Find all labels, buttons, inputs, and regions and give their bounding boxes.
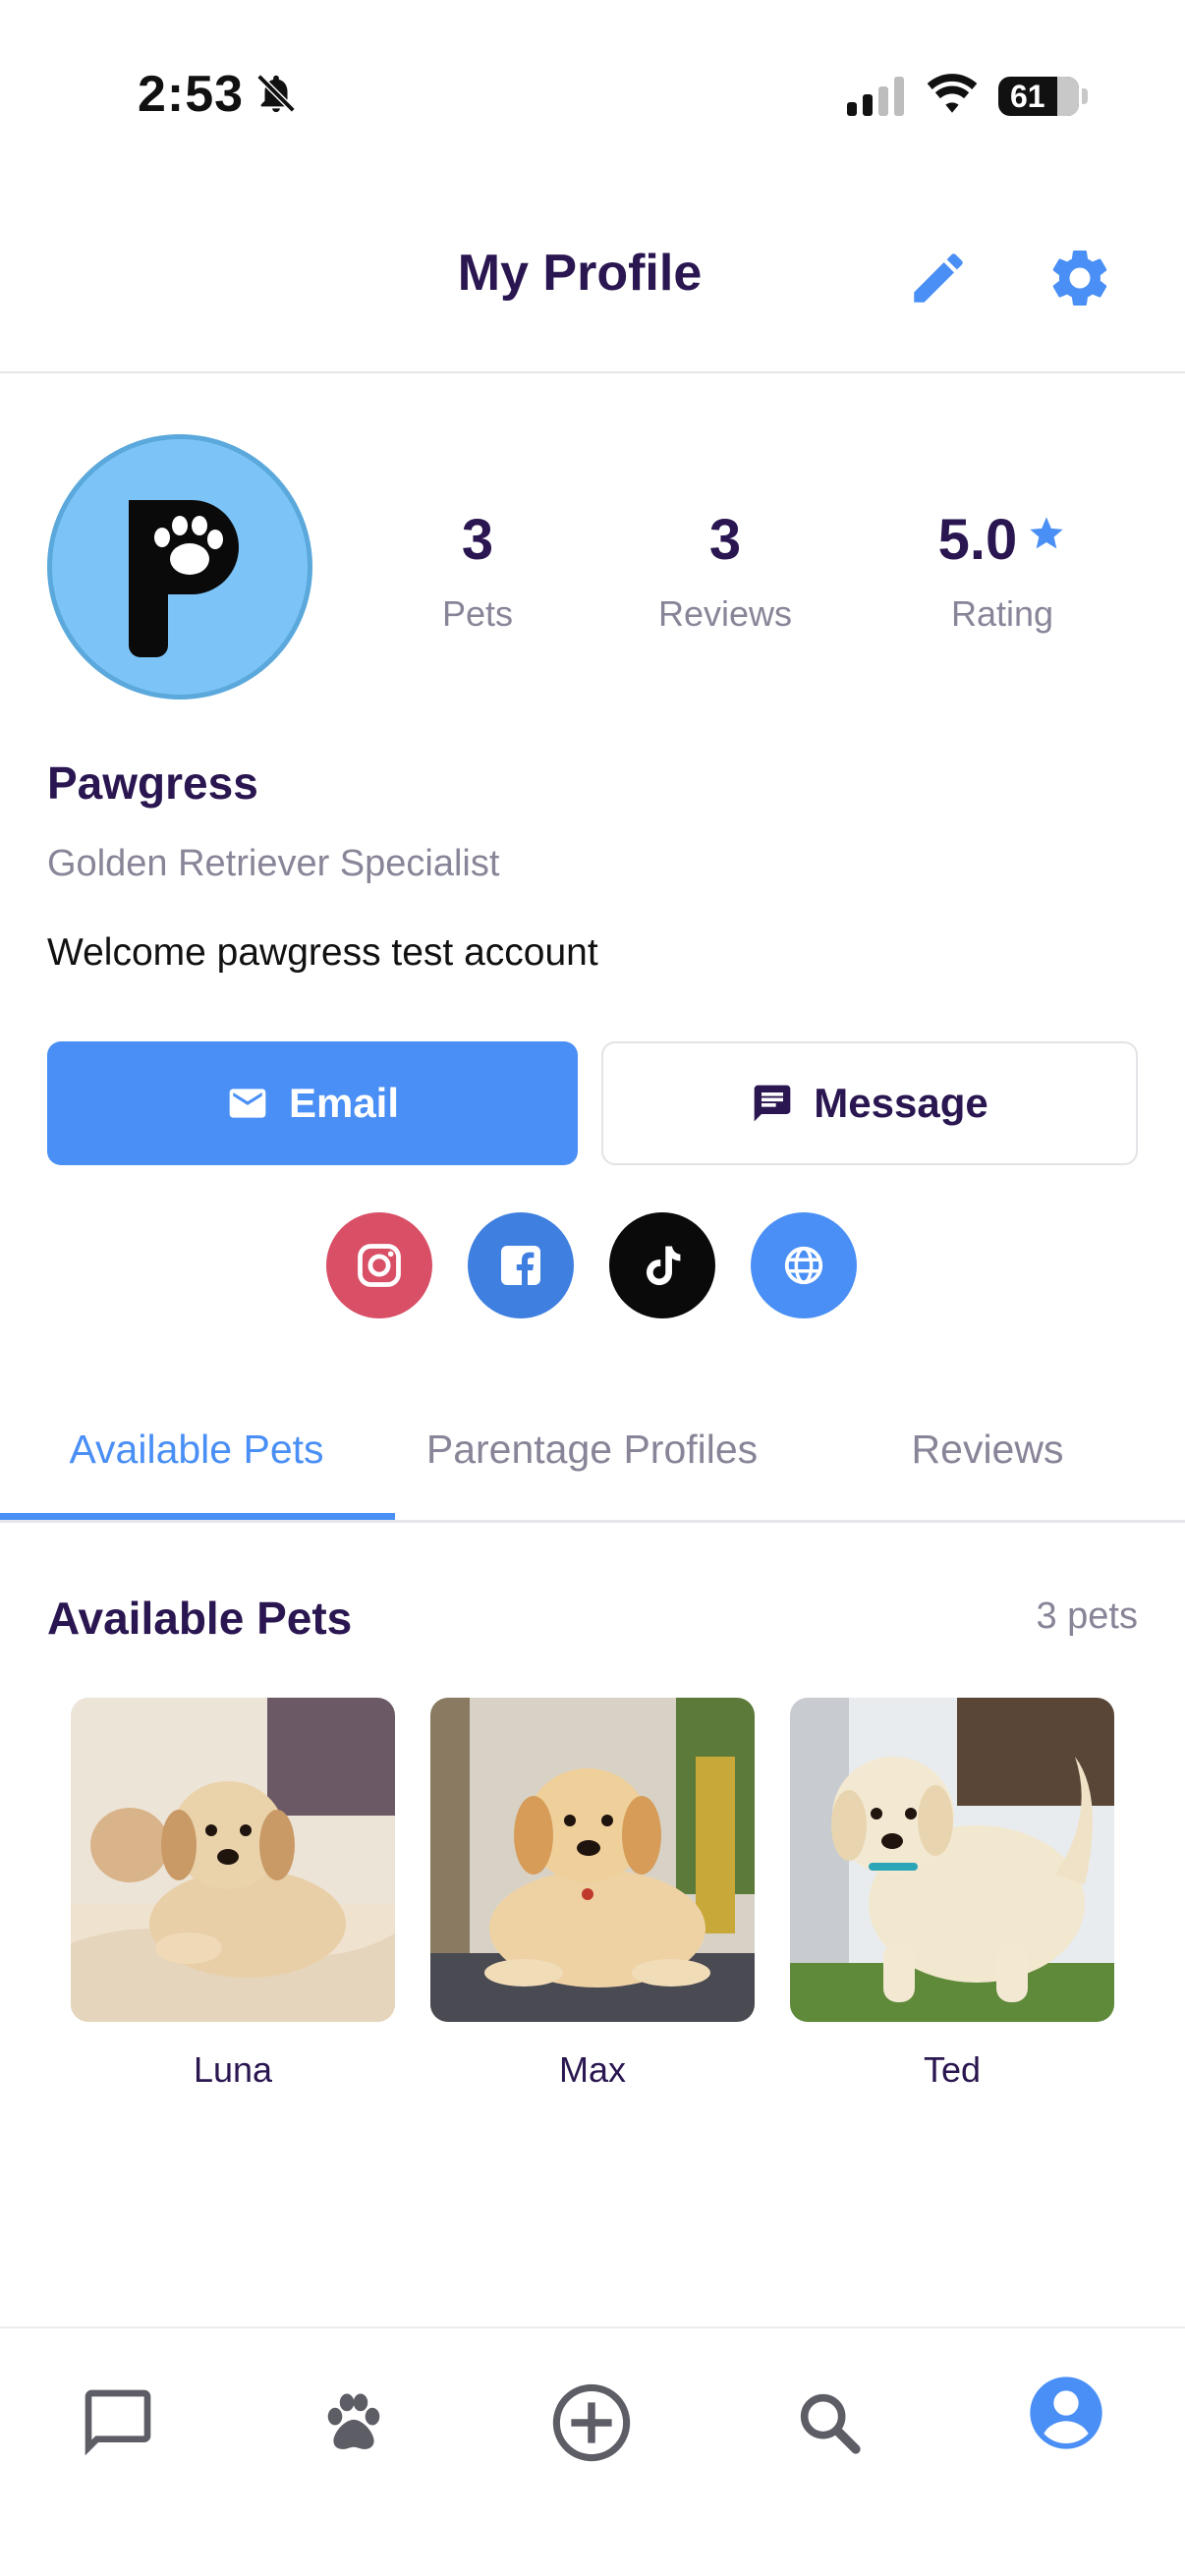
reviews-count: 3	[708, 508, 742, 572]
battery-indicator: 61	[998, 77, 1079, 116]
message-button[interactable]: Message	[601, 1041, 1138, 1165]
nav-search[interactable]	[780, 2374, 878, 2472]
reviews-label: Reviews	[657, 593, 793, 634]
pet-card[interactable]: Luna	[71, 1698, 395, 2091]
instagram-button[interactable]	[326, 1212, 432, 1318]
paw-icon	[327, 2393, 380, 2449]
tiktok-icon	[646, 1246, 681, 1286]
facebook-icon	[501, 1246, 540, 1285]
mail-icon	[229, 1089, 266, 1118]
pet-photo	[430, 1698, 755, 2022]
pet-card[interactable]: Max	[430, 1698, 755, 2091]
bottom-nav	[0, 2326, 1185, 2576]
rating-label: Rating	[950, 593, 1054, 634]
pet-name: Ted	[923, 2049, 982, 2090]
nav-profile[interactable]	[1017, 2364, 1115, 2462]
star-icon	[1030, 517, 1063, 549]
pet-photo	[790, 1698, 1114, 2022]
avatar	[47, 434, 312, 700]
profile-bio: Welcome pawgress test account	[47, 931, 598, 974]
message-icon	[754, 1085, 791, 1122]
cellular-signal-icon	[847, 77, 904, 116]
email-button[interactable]: Email	[47, 1041, 578, 1165]
tab-parentage-profiles[interactable]: Parentage Profiles	[393, 1427, 791, 1473]
rating-row: 5.0	[884, 507, 1120, 576]
rating-value: 5.0	[937, 508, 1018, 572]
active-tab-indicator	[0, 1513, 395, 1520]
status-bar: 2:53 61	[0, 0, 1185, 187]
page-title: My Profile	[457, 245, 703, 302]
pets-label: Pets	[441, 593, 514, 634]
stat-rating: 5.0 Rating	[884, 507, 1120, 635]
edit-icon[interactable]	[906, 246, 971, 310]
profile-subtitle: Golden Retriever Specialist	[47, 843, 500, 884]
header: My Profile	[0, 187, 1185, 373]
website-button[interactable]	[751, 1212, 857, 1318]
nav-add[interactable]	[542, 2374, 641, 2472]
profile-tabs: Available Pets Parentage Profiles Review…	[0, 1385, 1185, 1523]
email-button-label: Email	[288, 1080, 400, 1126]
globe-icon	[784, 1246, 823, 1285]
pet-card[interactable]: Ted	[790, 1698, 1114, 2091]
bell-slash-icon	[256, 74, 296, 113]
stat-pets: 3 Pets	[360, 507, 595, 635]
status-time: 2:53	[138, 66, 245, 123]
pet-photo	[71, 1698, 395, 2022]
facebook-button[interactable]	[468, 1212, 574, 1318]
stat-reviews: 3 Reviews	[607, 507, 843, 635]
instagram-icon	[358, 1244, 401, 1287]
pet-name: Max	[558, 2049, 626, 2090]
nav-pets[interactable]	[305, 2374, 403, 2472]
nav-messages[interactable]	[69, 2374, 167, 2472]
tab-reviews[interactable]: Reviews	[791, 1427, 1184, 1473]
pets-count: 3	[461, 508, 494, 572]
tab-available-pets[interactable]: Available Pets	[0, 1427, 393, 1473]
profile-icon	[1030, 2377, 1102, 2449]
add-circle-icon	[552, 2383, 631, 2462]
pet-name: Luna	[193, 2049, 273, 2090]
message-button-label: Message	[814, 1080, 988, 1126]
pawgress-logo-icon	[129, 500, 239, 657]
section-title: Available Pets	[47, 1593, 353, 1644]
battery-level: 61	[1010, 79, 1045, 114]
chat-icon	[85, 2389, 151, 2456]
pet-count: 3 pets	[1036, 1596, 1138, 1637]
wifi-icon	[927, 74, 978, 113]
tiktok-button[interactable]	[609, 1212, 715, 1318]
gear-icon[interactable]	[1045, 244, 1114, 312]
profile-name: Pawgress	[47, 757, 258, 809]
search-icon	[800, 2393, 861, 2454]
